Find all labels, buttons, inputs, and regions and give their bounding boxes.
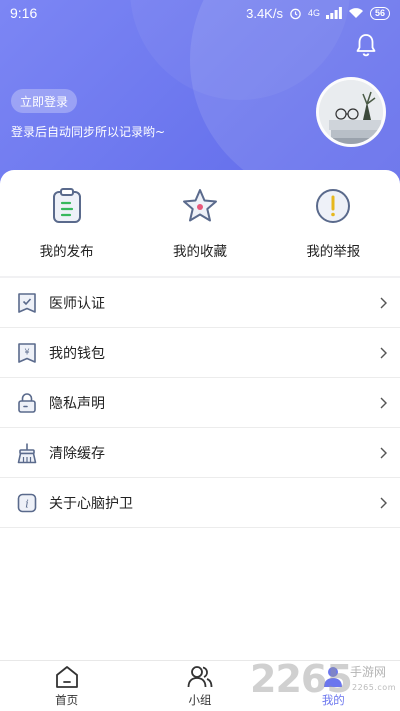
quick-actions: 我的发布 我的收藏 我的举报: [0, 186, 400, 276]
tab-profile[interactable]: 我的: [267, 661, 400, 711]
tab-label: 首页: [55, 693, 79, 707]
network-type: 4G: [307, 8, 320, 18]
quick-action-label: 我的收藏: [172, 244, 227, 260]
quick-action-reports[interactable]: 我的举报: [267, 186, 400, 276]
report-icon: [316, 189, 351, 223]
bell-icon[interactable]: [354, 32, 378, 58]
info-icon: i: [17, 493, 37, 512]
bottom-tab-bar: 首页 小组 我的: [0, 660, 400, 711]
menu-item-privacy[interactable]: 隐私声明: [0, 378, 400, 428]
chevron-right-icon: [380, 497, 387, 508]
tab-label: 小组: [188, 693, 212, 707]
chevron-right-icon: [380, 347, 387, 358]
group-icon: [187, 666, 213, 688]
signal-icon: [325, 7, 342, 19]
network-speed: 3.4K/s: [246, 5, 283, 21]
certificate-icon: [18, 292, 36, 313]
svg-text:¥: ¥: [24, 347, 29, 356]
menu-item-clear-cache[interactable]: 清除缓存: [0, 428, 400, 478]
clipboard-icon: [52, 188, 81, 223]
status-bar: 9:16 3.4K/s 4G 56: [0, 0, 400, 26]
avatar[interactable]: [316, 77, 386, 147]
quick-action-label: 我的举报: [306, 244, 361, 260]
wifi-icon: [348, 8, 363, 18]
menu-item-label: 我的钱包: [49, 345, 105, 362]
wallet-icon: ¥: [18, 342, 36, 363]
quick-action-my-posts[interactable]: 我的发布: [0, 186, 133, 276]
quick-action-label: 我的发布: [39, 244, 94, 260]
menu-item-label: 隐私声明: [49, 395, 105, 412]
alarm-icon: [290, 8, 301, 19]
menu-item-doctor-certification[interactable]: 医师认证: [0, 278, 400, 328]
menu-item-label: 清除缓存: [49, 445, 105, 462]
quick-action-favorites[interactable]: 我的收藏: [133, 186, 266, 276]
star-icon: [182, 189, 217, 222]
broom-icon: [17, 443, 37, 463]
home-icon: [55, 666, 78, 688]
profile-icon: [324, 667, 343, 687]
svg-text:i: i: [25, 497, 29, 510]
menu-item-label: 关于心脑护卫: [49, 495, 133, 512]
tab-label: 我的: [321, 693, 345, 707]
tab-home[interactable]: 首页: [0, 661, 133, 711]
login-button[interactable]: 立即登录: [11, 89, 77, 113]
chevron-right-icon: [380, 447, 387, 458]
lock-icon: [18, 392, 36, 413]
menu-item-wallet[interactable]: ¥ 我的钱包: [0, 328, 400, 378]
menu-item-label: 医师认证: [49, 295, 105, 312]
menu-item-about[interactable]: i 关于心脑护卫: [0, 478, 400, 528]
status-time: 9:16: [10, 5, 38, 21]
chevron-right-icon: [380, 297, 387, 308]
settings-menu: 医师认证 ¥ 我的钱包 隐私声明 清除缓存 i 关于心脑护卫: [0, 278, 400, 528]
tab-group[interactable]: 小组: [133, 661, 266, 711]
login-hint: 登录后自动同步所以记录哟~: [11, 125, 166, 139]
chevron-right-icon: [380, 397, 387, 408]
battery-indicator: 56: [369, 6, 390, 20]
